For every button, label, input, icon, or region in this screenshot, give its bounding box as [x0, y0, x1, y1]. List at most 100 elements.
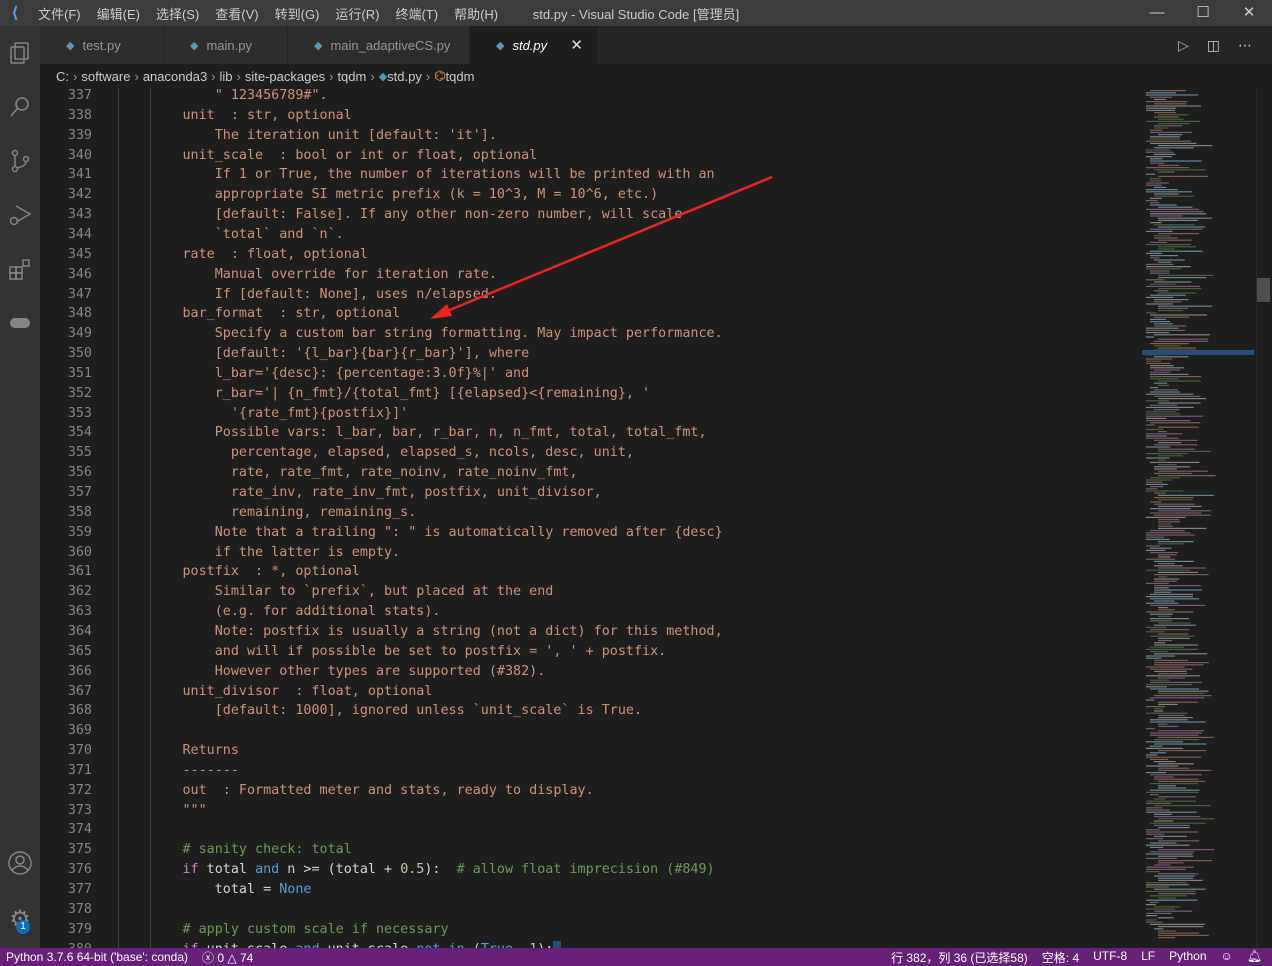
tab-std-py[interactable]: ◆ std.py ✕ — [470, 26, 598, 64]
end-of-line[interactable]: LF — [1141, 949, 1155, 966]
minimap-line — [1146, 807, 1162, 809]
code-token: total — [198, 862, 256, 878]
line-number: 340 — [67, 147, 92, 163]
breadcrumb-item[interactable]: anaconda3 — [143, 69, 207, 84]
breadcrumb-item[interactable]: C: — [56, 69, 69, 84]
breadcrumb-item[interactable]: std.py — [387, 69, 422, 84]
minimap-line — [1154, 824, 1190, 826]
minimap-line — [1146, 684, 1192, 686]
minimap-line — [1150, 211, 1204, 213]
minimap-line — [1150, 598, 1200, 600]
code-token: appropriate SI metric prefix (k = 10^3, … — [118, 187, 659, 203]
minimap-line — [1150, 202, 1160, 204]
minimap-line — [1158, 475, 1216, 477]
minimap-line — [1158, 554, 1177, 556]
close-tab-icon[interactable]: ✕ — [570, 36, 583, 54]
search-icon[interactable] — [0, 80, 40, 134]
minimap[interactable] — [1142, 88, 1254, 948]
tab-test-py[interactable]: ◆ test.py — [40, 26, 164, 64]
menu-item[interactable]: 终端(T) — [387, 4, 446, 23]
code-text: [default: '{l_bar}{bar}{r_bar}'], where — [118, 344, 529, 364]
minimap-line — [1158, 932, 1200, 934]
minimap-line — [1146, 675, 1201, 677]
explorer-icon[interactable] — [0, 26, 40, 80]
breadcrumb-item[interactable]: site-packages — [245, 69, 325, 84]
minimap-line — [1158, 640, 1172, 642]
minimap-line — [1154, 472, 1192, 474]
menu-item[interactable]: 帮助(H) — [446, 4, 506, 23]
minimap-line — [1154, 98, 1166, 100]
indentation[interactable]: 空格: 4 — [1042, 949, 1079, 966]
tab-main-adaptivecs-py[interactable]: ◆ main_adaptiveCS.py — [288, 26, 470, 64]
minimap-line — [1158, 521, 1180, 523]
code-line: 359 Note that a trailing ": " is automat… — [40, 523, 1140, 543]
code-text: rate, rate_fmt, rate_noinv, rate_noinv_f… — [118, 463, 578, 483]
minimize-button[interactable]: — — [1134, 0, 1180, 26]
code-text: percentage, elapsed, elapsed_s, ncols, d… — [118, 443, 634, 463]
minimap-line — [1154, 580, 1177, 582]
minimap-line — [1146, 915, 1157, 917]
run-debug-icon[interactable] — [0, 188, 40, 242]
encoding[interactable]: UTF-8 — [1093, 949, 1127, 966]
source-control-icon[interactable] — [0, 134, 40, 188]
code-token: unit : str, optional — [118, 107, 352, 123]
minimap-line — [1146, 871, 1160, 873]
minimap-line — [1154, 560, 1195, 562]
language-mode[interactable]: Python — [1169, 949, 1206, 966]
minimap-line — [1154, 492, 1166, 494]
run-file-icon[interactable]: ▷ — [1178, 37, 1189, 54]
remote-gamepad-icon[interactable] — [0, 296, 40, 350]
menu-item[interactable]: 文件(F) — [30, 4, 89, 23]
split-editor-icon[interactable]: ◫ — [1207, 37, 1220, 54]
minimap-line — [1154, 776, 1174, 778]
minimap-line — [1154, 514, 1211, 516]
python-interpreter[interactable]: Python 3.7.6 64-bit ('base': conda) — [6, 950, 188, 964]
notifications-bell-icon[interactable]: 🔔︎ — [1247, 949, 1262, 966]
minimap-line — [1154, 340, 1208, 342]
vertical-scrollbar[interactable] — [1256, 88, 1270, 948]
minimap-line — [1150, 373, 1189, 375]
minimap-line — [1154, 835, 1187, 837]
menu-item[interactable]: 选择(S) — [148, 4, 207, 23]
maximize-button[interactable]: ☐ — [1180, 0, 1226, 26]
minimap-line — [1150, 204, 1177, 206]
problems-indicator[interactable]: ⓧ 0 △ 74 — [202, 949, 253, 966]
line-number: 367 — [67, 683, 92, 699]
minimap-line — [1158, 431, 1167, 433]
code-editor[interactable]: 337 " 123456789#". 338 unit : str, option… — [40, 88, 1140, 948]
minimap-line — [1154, 565, 1183, 567]
minimap-line — [1146, 545, 1160, 547]
line-number: 348 — [67, 306, 92, 322]
breadcrumb-item[interactable]: tqdm — [337, 69, 366, 84]
minimap-line — [1150, 668, 1193, 670]
minimap-line — [1146, 800, 1197, 802]
breadcrumb-item[interactable]: software — [81, 69, 130, 84]
code-token: percentage, elapsed, elapsed_s, ncols, d… — [118, 445, 634, 461]
more-actions-icon[interactable]: ⋯ — [1238, 37, 1252, 54]
menu-item[interactable]: 运行(R) — [327, 4, 387, 23]
python-file-icon: ◆ — [378, 70, 388, 83]
chevron-right-icon: › — [329, 68, 334, 84]
scrollbar-thumb[interactable] — [1257, 278, 1270, 302]
breadcrumb-item[interactable]: tqdm — [446, 69, 475, 84]
close-window-button[interactable]: ✕ — [1226, 0, 1272, 26]
feedback-icon[interactable]: ☺ — [1221, 949, 1233, 966]
menu-item[interactable]: 转到(G) — [267, 4, 328, 23]
code-token: unit_divisor : float, optional — [118, 683, 433, 699]
tab-main-py[interactable]: ◆ main.py — [164, 26, 288, 64]
menu-item[interactable]: 编辑(E) — [89, 4, 148, 23]
minimap-line — [1158, 233, 1199, 235]
extensions-icon[interactable] — [0, 242, 40, 296]
minimap-line — [1154, 112, 1177, 114]
minimap-line — [1158, 615, 1171, 617]
minimap-line — [1146, 908, 1175, 910]
settings-gear-icon[interactable]: ⚙ 1 — [0, 892, 40, 946]
menu-item[interactable]: 查看(V) — [207, 4, 266, 23]
minimap-line — [1146, 747, 1184, 749]
cursor-position[interactable]: 行 382，列 36 (已选择58) — [891, 949, 1028, 966]
line-number: 347 — [67, 286, 92, 302]
breadcrumb-item[interactable]: lib — [220, 69, 233, 84]
minimap-line — [1154, 798, 1166, 800]
accounts-icon[interactable] — [0, 836, 40, 890]
minimap-line — [1146, 490, 1184, 492]
